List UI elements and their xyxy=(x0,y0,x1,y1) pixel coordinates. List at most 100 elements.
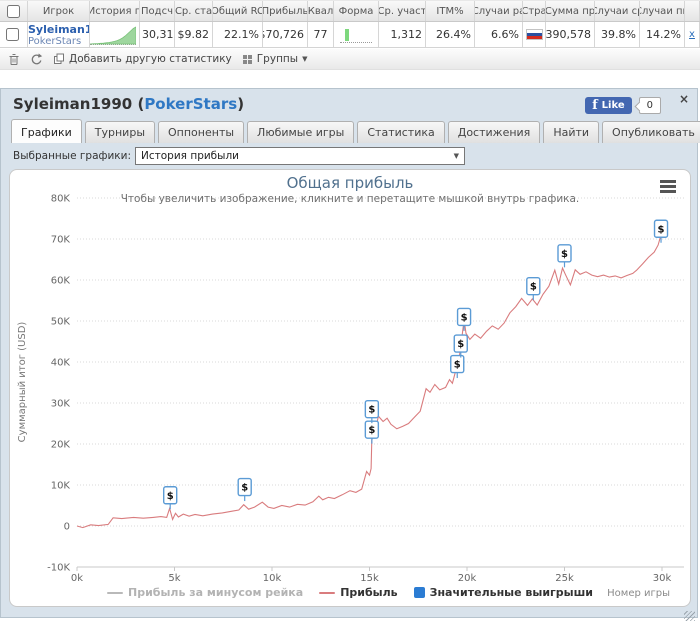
svg-text:$: $ xyxy=(454,360,461,371)
table-cell-early: 6.6% xyxy=(475,22,523,47)
y-tick-label: 10K xyxy=(51,481,71,492)
add-statistic-label: Добавить другую статистику xyxy=(69,53,232,65)
table-cell-avg_stake: $9.82 xyxy=(175,22,213,47)
significant-win-marker: $ xyxy=(527,278,540,301)
significant-win-marker: $ xyxy=(458,308,471,331)
legend-label: Прибыль xyxy=(340,586,397,599)
y-tick-label: 20K xyxy=(51,440,71,451)
column-header: Случаи пи xyxy=(640,1,685,21)
legend-item-series[interactable]: Прибыль за минусом рейка xyxy=(107,586,303,599)
chart-plot-area[interactable]: 80K70K60K50K40K30K20K10K0-10K0k5k10k15k2… xyxy=(10,170,692,608)
graph-select-row: Выбранные графики: История прибыли ▼ xyxy=(13,147,465,165)
paren: ) xyxy=(237,95,244,113)
trash-icon xyxy=(8,53,20,66)
close-icon[interactable]: × xyxy=(679,93,689,105)
svg-text:$: $ xyxy=(461,312,468,323)
x-tick-label: 5k xyxy=(168,573,180,584)
column-header: Ср. ста xyxy=(175,1,213,21)
column-header: Подсч xyxy=(140,1,175,21)
column-header: Случаи ра xyxy=(475,1,523,21)
y-tick-label: 40K xyxy=(51,358,71,369)
column-header: Форма xyxy=(334,1,379,21)
profit-chart[interactable]: 80K70K60K50K40K30K20K10K0-10K0k5k10k15k2… xyxy=(9,169,691,607)
chart-menu-icon[interactable] xyxy=(660,180,676,195)
column-header: ITM% xyxy=(426,1,475,21)
like-label: Like xyxy=(602,100,625,111)
table-cell-form xyxy=(334,22,379,47)
column-header: Сумма пр xyxy=(546,1,595,21)
legend-label: Прибыль за минусом рейка xyxy=(128,586,303,599)
tab-опубликовать[interactable]: Опубликовать xyxy=(602,121,700,143)
player-name-link[interactable]: Syleiman1990 xyxy=(28,24,90,36)
chart-legend: Прибыль за минусом рейка Прибыль Значитель… xyxy=(10,586,690,599)
row-checkbox[interactable] xyxy=(6,28,19,41)
tab-турниры[interactable]: Турниры xyxy=(85,121,155,143)
facebook-like-widget: f Like 0 xyxy=(585,97,661,114)
y-tick-label: 0 xyxy=(64,522,70,533)
table-cell-xlink: x xyxy=(685,22,700,47)
tab-оппоненты[interactable]: Оппоненты xyxy=(158,121,244,143)
table-cell-pct3: 14.2% xyxy=(640,22,685,47)
table-cell-itm: 26.4% xyxy=(426,22,475,47)
svg-text:$: $ xyxy=(530,282,537,293)
significant-win-marker: $ xyxy=(454,335,467,358)
select-all-checkbox[interactable] xyxy=(7,5,20,18)
column-header xyxy=(0,1,28,21)
column-header: Общий RC xyxy=(213,1,263,21)
tab-графики[interactable]: Графики xyxy=(11,119,82,143)
svg-text:$: $ xyxy=(368,405,375,416)
legend-square-icon xyxy=(414,587,425,598)
groups-button[interactable]: Группы ▼ xyxy=(242,53,308,65)
y-tick-label: 70K xyxy=(51,235,71,246)
form-bar xyxy=(345,29,349,41)
site-link[interactable]: PokerStars xyxy=(144,95,237,113)
table-cell-profit: $70,726 xyxy=(263,22,308,47)
tab-найти[interactable]: Найти xyxy=(543,121,599,143)
significant-win-marker: $ xyxy=(451,356,464,379)
legend-item-series[interactable]: Прибыль xyxy=(319,586,397,599)
svg-text:$: $ xyxy=(561,249,568,260)
x-tick-label: 25k xyxy=(555,573,574,584)
significant-win-marker: $ xyxy=(164,487,177,510)
resize-grip[interactable] xyxy=(684,611,695,621)
graph-select-value: История прибыли xyxy=(141,150,239,162)
widget-header: Syleiman1990 (PokerStars) f Like 0 × xyxy=(1,89,697,119)
significant-win-marker: $ xyxy=(365,401,378,424)
row-close-link[interactable]: x xyxy=(689,29,695,40)
facebook-like-button[interactable]: f Like xyxy=(585,97,632,114)
add-statistic-button[interactable]: Добавить другую статистику xyxy=(53,53,232,65)
groups-icon xyxy=(242,54,253,65)
graph-select[interactable]: История прибыли ▼ xyxy=(135,147,465,165)
refresh-button[interactable] xyxy=(30,53,43,66)
legend-label: Значительные выигрыши xyxy=(430,586,593,599)
country-flag-ru xyxy=(526,29,543,40)
graphs-label: Выбранные графики: xyxy=(13,150,131,162)
x-tick-label: 15k xyxy=(360,573,379,584)
like-count-badge: 0 xyxy=(639,97,661,114)
column-header: Ср. участ xyxy=(379,1,426,21)
x-tick-label: 10k xyxy=(263,573,282,584)
page: ИгрокИстория пПодсчСр. стаОбщий RCПрибыл… xyxy=(0,0,700,623)
column-header: Случаи ср xyxy=(595,1,640,21)
table-cell-pct2: 39.8% xyxy=(595,22,640,47)
legend-item-significant-wins[interactable]: Значительные выигрыши xyxy=(414,586,593,599)
facebook-icon: f xyxy=(592,98,598,113)
table-cell-qual: 77 xyxy=(308,22,334,47)
tab-достижения[interactable]: Достижения xyxy=(448,121,541,143)
player-widget: Syleiman1990 (PokerStars) f Like 0 × Гра… xyxy=(0,88,698,618)
table-cell-player: Syleiman1990PokerStars xyxy=(28,22,90,47)
svg-text:$: $ xyxy=(658,224,665,235)
significant-win-marker: $ xyxy=(365,421,378,444)
significant-win-marker: $ xyxy=(238,479,251,502)
tab-любимые-игры[interactable]: Любимые игры xyxy=(247,121,354,143)
column-header xyxy=(685,1,700,21)
tab-статистика[interactable]: Статистика xyxy=(357,121,444,143)
form-mini-chart xyxy=(340,27,372,43)
tab-bar: ГрафикиТурнирыОппонентыЛюбимые игрыСтати… xyxy=(11,119,700,143)
delete-button[interactable] xyxy=(8,53,20,66)
toolbar: Добавить другую статистику Группы ▼ xyxy=(0,49,700,70)
svg-text:$: $ xyxy=(368,425,375,436)
x-axis-title: Номер игры xyxy=(607,588,670,599)
groups-label: Группы xyxy=(257,53,298,65)
svg-text:$: $ xyxy=(167,491,174,502)
